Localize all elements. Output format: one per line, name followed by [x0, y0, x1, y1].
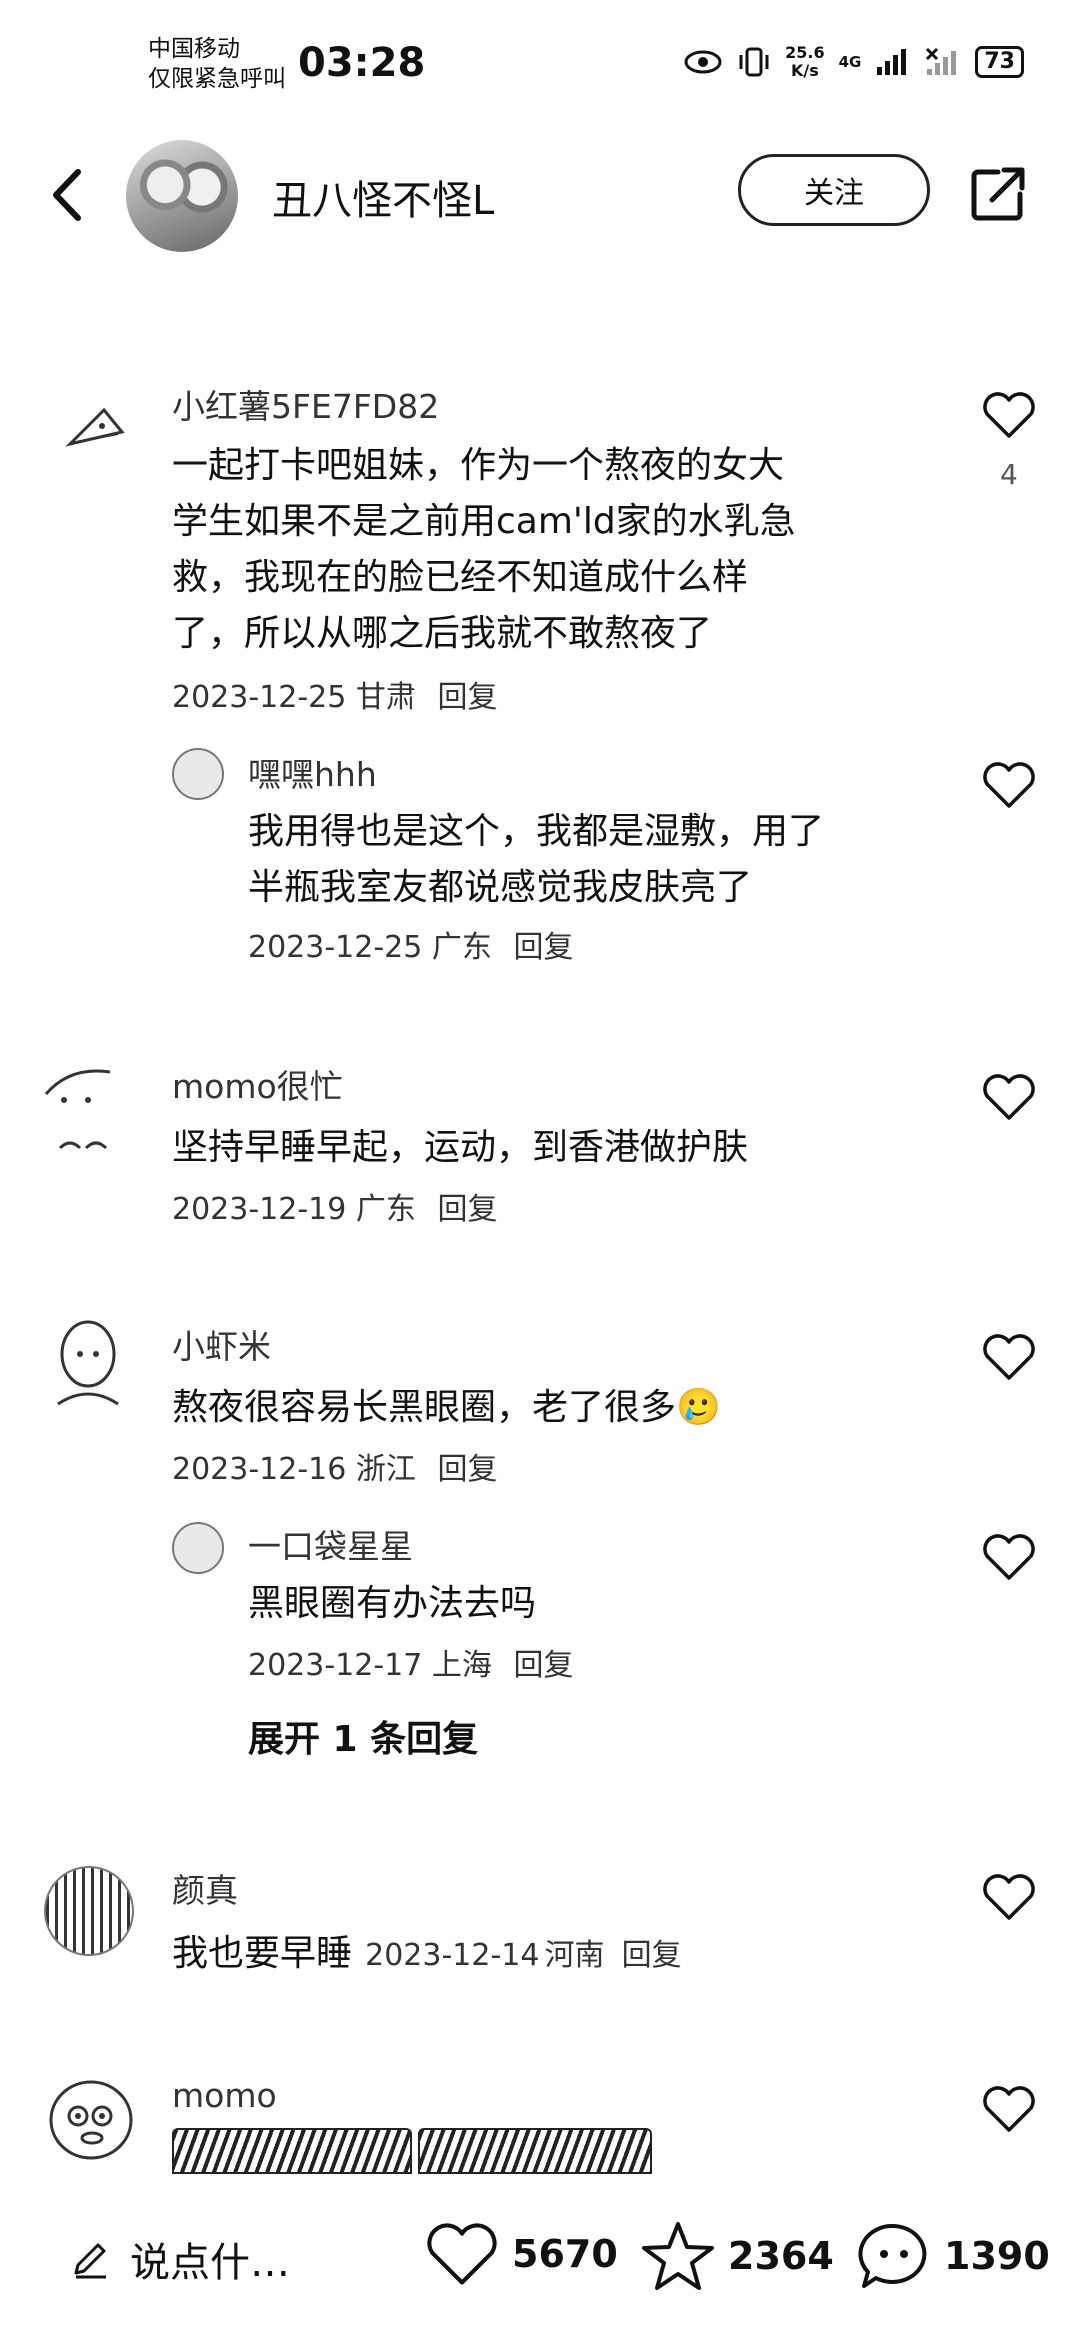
share-icon[interactable]: [968, 164, 1028, 224]
reply-text: 我用得也是这个，我都是湿敷，用了 半瓶我室友都说感觉我皮肤亮了: [248, 804, 824, 916]
collect-count: 2364: [728, 2234, 834, 2278]
comment-date: 2023-12-19: [172, 1192, 347, 1227]
like-stat[interactable]: 5670: [424, 2220, 618, 2288]
bottom-bar: 说点什… 5670 2364 1390: [0, 2180, 1080, 2340]
like-icon[interactable]: [981, 1072, 1037, 1122]
back-icon[interactable]: [40, 160, 100, 230]
pencil-icon: [74, 2243, 106, 2279]
vibrate-icon: [739, 47, 769, 77]
reply-button[interactable]: 回复: [513, 1648, 573, 1683]
carrier-status: 仅限紧急呼叫: [148, 66, 286, 92]
eye-icon: [684, 50, 722, 74]
comment-body: 我也要早睡 2023-12-14 河南 回复: [172, 1924, 682, 1976]
speed-value: 25.6: [785, 43, 825, 62]
comment-count: 1390: [944, 2234, 1050, 2278]
reply-button[interactable]: 回复: [437, 1452, 497, 1487]
comment-line: 了，所以从哪之后我就不敢熬夜了: [172, 613, 713, 654]
like-count: 5670: [512, 2232, 618, 2276]
comment-location: 河南: [544, 1938, 605, 1973]
avatar[interactable]: [172, 1522, 224, 1574]
comment-image[interactable]: [172, 2128, 412, 2174]
reply-button[interactable]: 回复: [437, 1192, 497, 1227]
reply-author[interactable]: 嘿嘿hhh: [248, 748, 377, 796]
comment-image[interactable]: [418, 2128, 652, 2174]
speed-unit: K/s: [791, 61, 819, 80]
reply-date: 2023-12-25: [248, 930, 423, 965]
star-icon: [642, 2222, 714, 2290]
battery-indicator: 73: [975, 46, 1024, 78]
reply-line: 半瓶我室友都说感觉我皮肤亮了: [248, 867, 753, 908]
collect-stat[interactable]: 2364: [640, 2220, 834, 2292]
comment-text: 一起打卡吧姐妹，作为一个熬夜的女大 学生如果不是之前用cam'ld家的水乳急 救…: [172, 438, 796, 662]
like-icon[interactable]: [981, 1332, 1037, 1382]
like-icon[interactable]: [981, 760, 1037, 810]
author-avatar[interactable]: [126, 140, 238, 252]
status-bar: 中国移动 仅限紧急呼叫 03:28 25.6 K/s 4G 73: [0, 0, 1080, 130]
comment-input-placeholder: 说点什…: [130, 2240, 290, 2286]
reply-meta: 2023-12-25 广东 回复: [248, 922, 573, 966]
like-icon[interactable]: [981, 2084, 1037, 2134]
like-icon[interactable]: [981, 390, 1037, 440]
network-speed: 25.6 K/s: [785, 44, 824, 80]
status-icons: 25.6 K/s 4G 73: [683, 44, 1024, 80]
comment-bubble-icon: [858, 2223, 927, 2288]
comment-location: 广东: [355, 1192, 416, 1227]
comment-location: 甘肃: [355, 680, 416, 715]
avatar[interactable]: [44, 1866, 134, 1956]
comment-text: 我也要早睡: [172, 1933, 353, 1974]
comment-author[interactable]: 小虾米: [172, 1320, 271, 1368]
signal-icon: [877, 49, 907, 75]
follow-button[interactable]: 关注: [738, 154, 930, 226]
expand-replies-button[interactable]: 展开 1 条回复: [248, 1710, 478, 1762]
avatar[interactable]: [40, 1052, 128, 1162]
reply-meta: 2023-12-17 上海 回复: [248, 1640, 573, 1684]
comment-author[interactable]: 颜真: [172, 1864, 238, 1912]
comment-line: 熬夜很容易长黑眼圈，老了很多🥲: [172, 1387, 721, 1428]
reply-location: 上海: [431, 1648, 492, 1683]
comment-date: 2023-12-16: [172, 1452, 347, 1487]
no-signal-icon: [926, 47, 957, 75]
comment-meta: 2023-12-25 甘肃 回复: [172, 672, 497, 716]
reply-button[interactable]: 回复: [437, 680, 497, 715]
reply-button[interactable]: 回复: [622, 1938, 682, 1973]
comment-line: 坚持早睡早起，运动，到香港做护肤: [172, 1127, 749, 1168]
avatar[interactable]: [46, 2072, 136, 2162]
comment-author[interactable]: 小红薯5FE7FD82: [172, 380, 439, 428]
carrier-name: 中国移动: [148, 36, 240, 62]
status-time: 03:28: [298, 40, 426, 86]
comment-line: 救，我现在的脸已经不知道成什么样: [172, 557, 749, 598]
like-icon[interactable]: [981, 1532, 1037, 1582]
reply-date: 2023-12-17: [248, 1648, 423, 1683]
heart-icon: [427, 2223, 497, 2285]
comment-location: 浙江: [355, 1452, 416, 1487]
comment-meta: 2023-12-19 广东 回复: [172, 1184, 497, 1228]
avatar[interactable]: [172, 748, 224, 800]
like-count: 4: [1000, 458, 1018, 491]
reply-author[interactable]: 一口袋星星: [248, 1520, 413, 1568]
reply-line: 黑眼圈有办法去吗: [248, 1583, 537, 1624]
comment-text: 熬夜很容易长黑眼圈，老了很多🥲: [172, 1380, 721, 1436]
avatar[interactable]: [64, 402, 128, 452]
comment-date: 2023-12-25: [172, 680, 347, 715]
reply-location: 广东: [431, 930, 492, 965]
avatar[interactable]: [48, 1314, 128, 1410]
comment-author[interactable]: momo: [172, 2076, 277, 2115]
comment-line: 一起打卡吧姐妹，作为一个熬夜的女大: [172, 445, 785, 486]
header: 丑八怪不怪L 关注: [0, 130, 1080, 260]
comment-line: 学生如果不是之前用cam'ld家的水乳急: [172, 501, 796, 542]
comment-stat[interactable]: 1390: [856, 2220, 1050, 2292]
comment-text: 坚持早睡早起，运动，到香港做护肤: [172, 1120, 748, 1176]
like-icon[interactable]: [981, 1872, 1037, 1922]
comment-input[interactable]: 说点什…: [70, 2230, 290, 2288]
carrier-info: 中国移动 仅限紧急呼叫: [148, 34, 286, 94]
reply-button[interactable]: 回复: [513, 930, 573, 965]
author-name[interactable]: 丑八怪不怪L: [272, 168, 494, 226]
comment-meta: 2023-12-16 浙江 回复: [172, 1444, 497, 1488]
comment-date: 2023-12-14: [365, 1938, 540, 1973]
reply-line: 我用得也是这个，我都是湿敷，用了: [248, 811, 825, 852]
comment-images: [172, 2128, 652, 2174]
reply-text: 黑眼圈有办法去吗: [248, 1576, 536, 1632]
comment-author[interactable]: momo很忙: [172, 1060, 343, 1108]
network-type: 4G: [838, 53, 862, 71]
